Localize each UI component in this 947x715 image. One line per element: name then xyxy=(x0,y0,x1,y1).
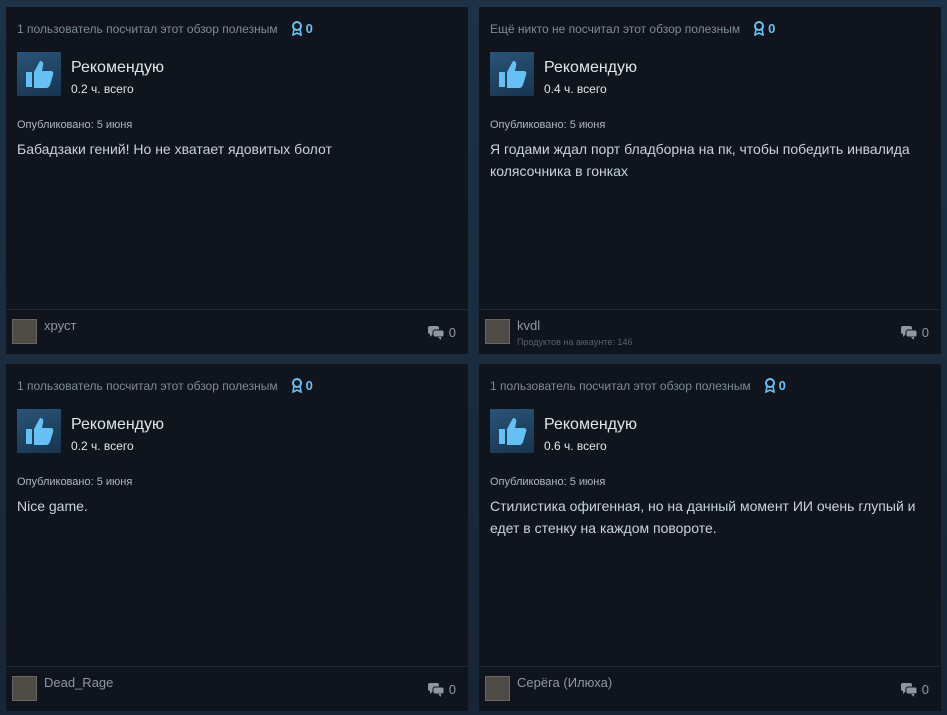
hours-played: 0.6 ч. всего xyxy=(544,439,607,453)
hours-played: 0.2 ч. всего xyxy=(71,82,134,96)
award-ribbon-icon xyxy=(754,21,765,36)
helpful-summary: 1 пользователь посчитал этот обзор полез… xyxy=(17,378,313,393)
thumbs-up-icon xyxy=(17,409,61,453)
award-count: 0 xyxy=(305,378,313,393)
review-footer: Dead_Rage 0 xyxy=(6,666,468,711)
posted-date: Опубликовано: 5 июня xyxy=(490,119,606,131)
review-verdict[interactable]: Рекомендую xyxy=(71,416,164,434)
helpful-summary: 1 пользователь посчитал этот обзор полез… xyxy=(17,21,313,36)
review-verdict[interactable]: Рекомендую xyxy=(544,416,637,434)
award-button[interactable]: 0 xyxy=(753,21,775,36)
thumbs-up-icon xyxy=(17,52,61,96)
speech-bubbles-icon xyxy=(427,325,445,340)
award-button[interactable]: 0 xyxy=(291,378,313,393)
review-text: Я годами ждал порт бладборна на пк, чтоб… xyxy=(490,141,910,179)
review-card[interactable]: 1 пользователь посчитал этот обзор полез… xyxy=(6,364,468,711)
helpful-text: Ещё никто не посчитал этот обзор полезны… xyxy=(490,21,741,36)
author-name[interactable]: Dead_Rage xyxy=(44,675,113,690)
thumbs-up-icon xyxy=(490,409,534,453)
review-card[interactable]: 1 пользователь посчитал этот обзор полез… xyxy=(6,7,468,354)
review-text: Стилистика офигенная, но на данный момен… xyxy=(490,498,916,536)
author-name[interactable]: хруст xyxy=(44,318,76,333)
award-ribbon-icon xyxy=(291,378,302,393)
comments-button[interactable]: 0 xyxy=(427,682,456,697)
posted-date: Опубликовано: 5 июня xyxy=(490,476,606,488)
review-text: Nice game. xyxy=(17,498,88,514)
review-footer: kvdl Продуктов на аккаунте: 146 0 xyxy=(479,309,941,354)
helpful-text: 1 пользователь посчитал этот обзор полез… xyxy=(490,378,751,393)
helpful-summary: 1 пользователь посчитал этот обзор полез… xyxy=(490,378,786,393)
helpful-summary: Ещё никто не посчитал этот обзор полезны… xyxy=(490,21,775,36)
comments-count: 0 xyxy=(448,682,456,697)
speech-bubbles-icon xyxy=(900,325,918,340)
avatar[interactable] xyxy=(12,676,37,701)
helpful-text: 1 пользователь посчитал этот обзор полез… xyxy=(17,378,278,393)
comments-count: 0 xyxy=(921,682,929,697)
comments-button[interactable]: 0 xyxy=(900,682,929,697)
products-owned: Продуктов на аккаунте: 146 xyxy=(517,337,633,347)
award-count: 0 xyxy=(305,21,313,36)
award-ribbon-icon xyxy=(764,378,775,393)
reviews-grid: 1 пользователь посчитал этот обзор полез… xyxy=(6,7,943,712)
avatar[interactable] xyxy=(12,319,37,344)
avatar[interactable] xyxy=(485,319,510,344)
award-button[interactable]: 0 xyxy=(764,378,786,393)
review-verdict[interactable]: Рекомендую xyxy=(71,59,164,77)
review-card[interactable]: 1 пользователь посчитал этот обзор полез… xyxy=(479,364,941,711)
review-text: Бабадзаки гений! Но не хватает ядовитых … xyxy=(17,141,332,157)
author-name[interactable]: Серёга (Илюха) xyxy=(517,675,612,690)
speech-bubbles-icon xyxy=(427,682,445,697)
speech-bubbles-icon xyxy=(900,682,918,697)
helpful-text: 1 пользователь посчитал этот обзор полез… xyxy=(17,21,278,36)
posted-date: Опубликовано: 5 июня xyxy=(17,476,133,488)
award-button[interactable]: 0 xyxy=(291,21,313,36)
hours-played: 0.2 ч. всего xyxy=(71,439,134,453)
avatar[interactable] xyxy=(485,676,510,701)
comments-button[interactable]: 0 xyxy=(427,325,456,340)
author-name[interactable]: kvdl xyxy=(517,318,540,333)
comments-count: 0 xyxy=(448,325,456,340)
review-verdict[interactable]: Рекомендую xyxy=(544,59,637,77)
review-footer: Серёга (Илюха) 0 xyxy=(479,666,941,711)
review-footer: хруст 0 xyxy=(6,309,468,354)
comments-count: 0 xyxy=(921,325,929,340)
award-count: 0 xyxy=(768,21,776,36)
thumbs-up-icon xyxy=(490,52,534,96)
hours-played: 0.4 ч. всего xyxy=(544,82,607,96)
review-card[interactable]: Ещё никто не посчитал этот обзор полезны… xyxy=(479,7,941,354)
posted-date: Опубликовано: 5 июня xyxy=(17,119,133,131)
comments-button[interactable]: 0 xyxy=(900,325,929,340)
award-count: 0 xyxy=(778,378,786,393)
award-ribbon-icon xyxy=(291,21,302,36)
